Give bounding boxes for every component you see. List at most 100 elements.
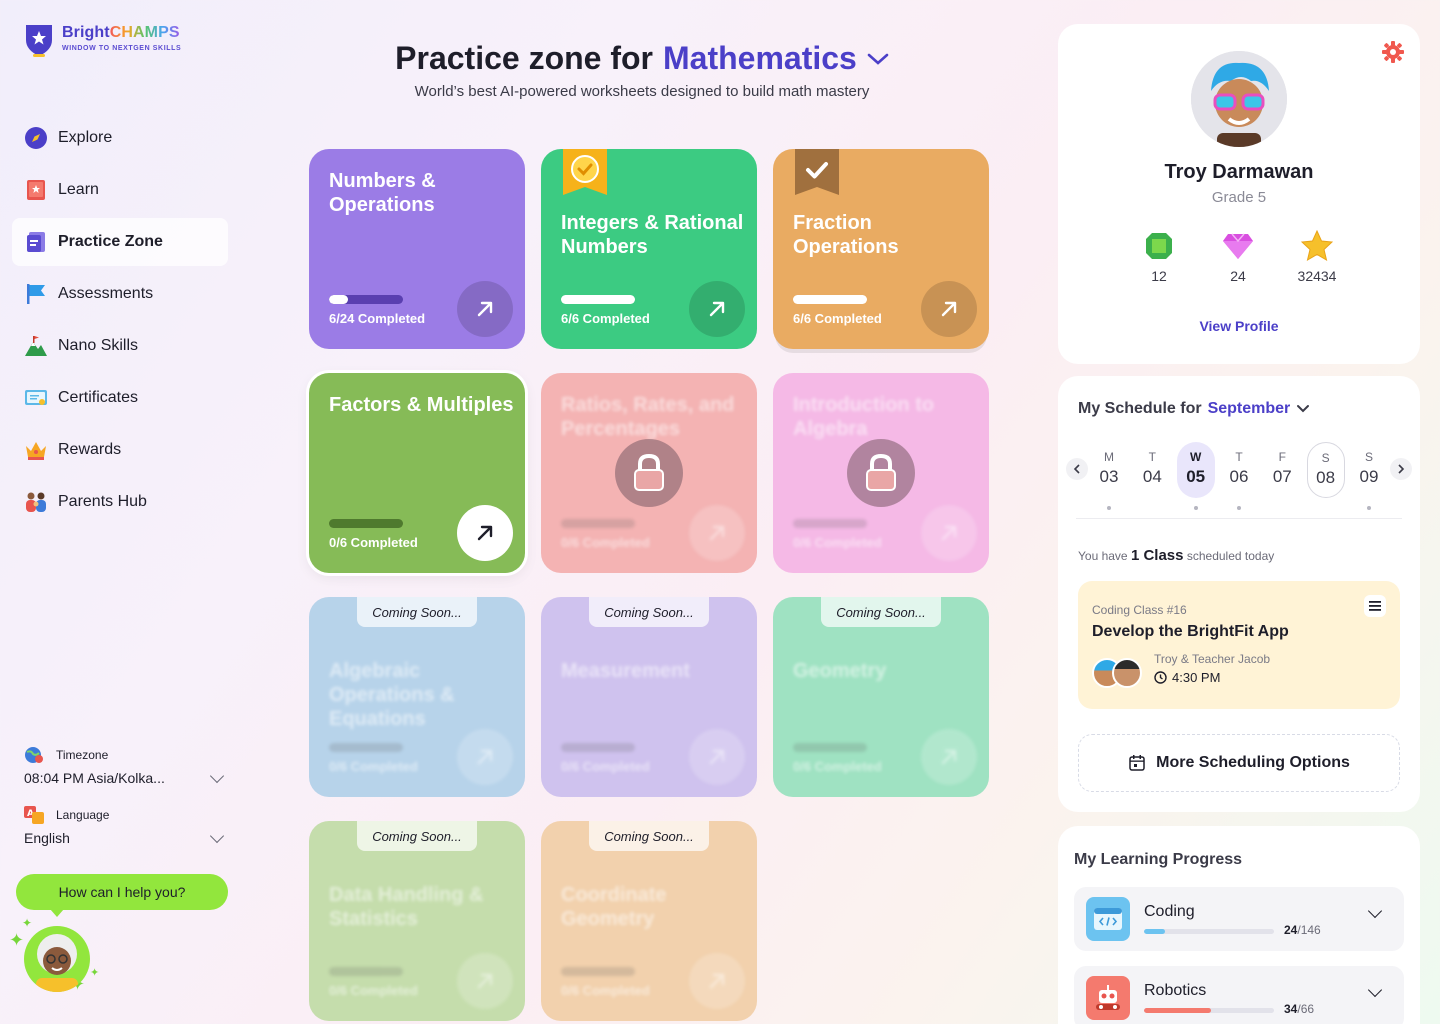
card-status: 0/6 Completed (561, 983, 650, 998)
book-icon (24, 178, 48, 202)
topic-card: Algebraic Operations & Equations 0/6 Comp… (309, 597, 525, 797)
nav-item-assessments[interactable]: Assessments (12, 270, 228, 318)
progress-row-coding[interactable]: Coding 24/146 (1074, 887, 1404, 951)
card-progress-fill (329, 295, 348, 304)
prev-week-button[interactable] (1066, 458, 1088, 480)
topic-card[interactable]: Factors & Multiples 0/6 Completed (309, 373, 525, 573)
day-09[interactable]: S 09 (1350, 442, 1388, 510)
progress-done: 34 (1284, 1002, 1298, 1016)
nav-item-explore[interactable]: Explore (12, 114, 228, 162)
compass-icon (24, 126, 48, 150)
nav-item-rewards[interactable]: Rewards (12, 426, 228, 474)
day-05[interactable]: W 05 (1176, 442, 1215, 510)
card-status: 0/6 Completed (793, 535, 882, 550)
flag-icon (24, 282, 48, 306)
day-04[interactable]: T 04 (1133, 442, 1171, 498)
more-scheduling-options-button[interactable]: More Scheduling Options (1078, 734, 1400, 792)
profile-card: Troy Darmawan Grade 5 12 24 32434 View P… (1058, 24, 1420, 364)
learning-progress-title: My Learning Progress (1074, 851, 1243, 868)
nav-label: Nano Skills (58, 337, 139, 354)
page-header: Practice zone for Mathematics World’s be… (300, 40, 984, 100)
settings-gear-icon[interactable] (1382, 41, 1404, 63)
help-chat-bubble[interactable]: How can I help you? (16, 874, 228, 917)
profile-stats: 12 24 32434 (1138, 230, 1338, 284)
open-topic-button[interactable] (689, 281, 745, 337)
schedule-header[interactable]: My Schedule for September (1078, 400, 1310, 418)
sparkle-icon: ✦ (90, 967, 100, 979)
chevron-down-icon[interactable] (1367, 982, 1383, 998)
brand-logo[interactable]: BrightCHAMPS WINDOW TO NEXTGEN SKILLS (24, 22, 181, 58)
day-name: S (1321, 451, 1330, 465)
nav-item-practice-zone[interactable]: Practice Zone (12, 218, 228, 266)
nav-item-parents-hub[interactable]: Parents Hub (12, 478, 228, 526)
card-status: 0/6 Completed (793, 759, 882, 774)
day-07[interactable]: F 07 (1263, 442, 1301, 498)
certificate-icon (24, 386, 48, 410)
timezone-setting: Timezone 08:04 PM Asia/Kolka... (24, 746, 228, 786)
day-06[interactable]: T 06 (1220, 442, 1258, 510)
chevron-left-icon (1073, 464, 1080, 474)
nav-item-learn[interactable]: Learn (12, 166, 228, 214)
diamond-icon (1222, 230, 1254, 262)
participant-avatars (1092, 658, 1144, 688)
chevron-down-icon[interactable] (1367, 903, 1383, 919)
progress-bar-fill (1144, 929, 1166, 934)
progress-row-robotics[interactable]: Robotics 34/66 (1074, 966, 1404, 1024)
progress-done: 24 (1284, 923, 1298, 937)
chevron-down-icon[interactable] (867, 52, 889, 66)
nav-item-nano-skills[interactable]: Nano Skills (12, 322, 228, 370)
card-progress-bar (329, 743, 403, 752)
sparkle-icon: ✦ (9, 930, 25, 950)
topic-card[interactable]: Numbers & Operations 6/24 Completed (309, 149, 525, 349)
schedule-month: September (1207, 400, 1291, 417)
today-class-count: 1 Class (1130, 547, 1184, 564)
card-status: 6/6 Completed (793, 311, 882, 326)
card-status: 0/6 Completed (329, 759, 418, 774)
next-week-button[interactable] (1390, 458, 1412, 480)
code-window-icon (1086, 897, 1130, 941)
card-status: 6/6 Completed (561, 311, 650, 326)
open-topic-button[interactable] (457, 281, 513, 337)
card-body: Coordinate Geometry 0/6 Completed (541, 821, 757, 1021)
card-progress-bar (329, 519, 403, 528)
stat-stars: 32434 (1296, 230, 1338, 284)
arrow-up-right-icon (477, 525, 493, 541)
day-date: 03 (1099, 467, 1119, 486)
day-03[interactable]: M 03 (1090, 442, 1128, 510)
arrow-up-right-icon (941, 525, 957, 541)
arrow-up-right-icon (709, 525, 725, 541)
day-08[interactable]: S 08 (1306, 442, 1345, 498)
card-progress-bar (561, 967, 635, 976)
card-body: Numbers & Operations 6/24 Completed (309, 149, 525, 349)
learning-progress-card: My Learning Progress Coding 24/146 Robot… (1058, 826, 1420, 1024)
timezone-select[interactable]: 08:04 PM Asia/Kolka... (24, 768, 228, 786)
sparkle-icon: ✦ (22, 916, 33, 930)
week-day-strip: M 03 T 04 W 05 T 06 F 07 S 08 S 09 (1090, 442, 1388, 510)
assistant-avatar[interactable] (24, 926, 90, 992)
card-title: Factors & Multiples (329, 394, 514, 416)
profile-avatar[interactable] (1191, 51, 1287, 147)
brand-name-b: CHAMPS (109, 24, 180, 41)
topic-card[interactable]: Integers & Rational Numbers 6/6 Completed (541, 149, 757, 349)
topic-card: Geometry 0/6 Completed Coming Soon... (773, 597, 989, 797)
progress-total: /146 (1297, 923, 1321, 937)
class-menu-button[interactable] (1364, 595, 1386, 617)
arrow-up-right-icon (941, 749, 957, 765)
title-prefix: Practice zone for (395, 40, 653, 76)
timezone-label: Timezone (56, 748, 109, 762)
topic-card[interactable]: Fraction Operations 6/6 Completed (773, 149, 989, 349)
card-title: Algebraic Operations & Equations (329, 660, 455, 730)
translate-icon: A (24, 806, 44, 824)
subject-selector[interactable]: Mathematics (663, 40, 857, 77)
star-icon (1301, 230, 1333, 262)
open-topic-button[interactable] (921, 281, 977, 337)
view-profile-link[interactable]: View Profile (1058, 318, 1420, 334)
nav-item-certificates[interactable]: Certificates (12, 374, 228, 422)
class-card[interactable]: Coding Class #16 Develop the BrightFit A… (1078, 581, 1400, 709)
language-select[interactable]: English (24, 828, 228, 846)
more-scheduling-options-label: More Scheduling Options (1156, 754, 1350, 771)
open-topic-button[interactable] (457, 505, 513, 561)
calendar-icon (1129, 755, 1145, 771)
globe-clock-icon (25, 747, 43, 763)
stat-value: 12 (1151, 268, 1167, 284)
